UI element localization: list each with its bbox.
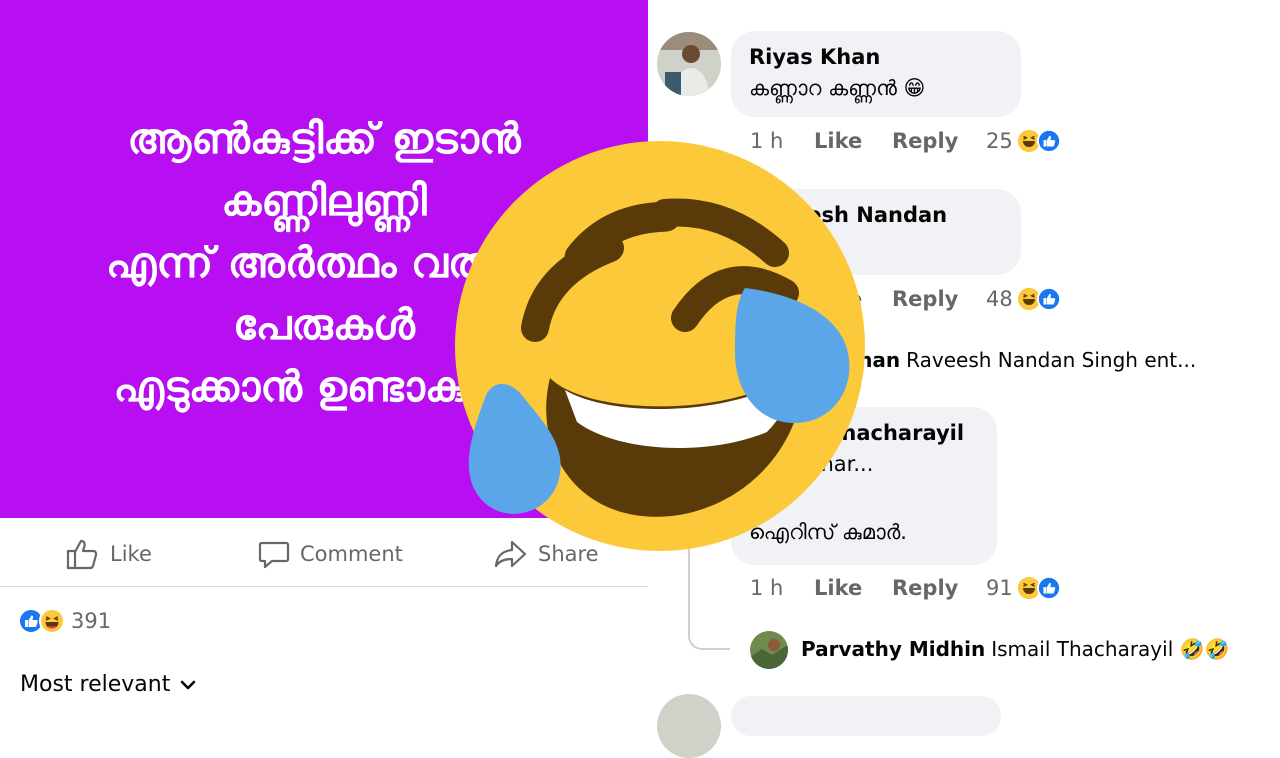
tears-of-joy-emoji-icon [455, 141, 865, 551]
like-reaction-icon [1036, 576, 1061, 600]
comment-reaction-count[interactable]: 48 [986, 287, 1013, 311]
haha-reaction-icon [39, 608, 65, 634]
like-label: Like [110, 542, 152, 566]
user-photo-icon [750, 631, 788, 669]
comment-bubble [731, 696, 1001, 736]
chevron-down-icon [181, 680, 196, 689]
reply-text: Ismail Thacharayil 🤣🤣 [991, 637, 1230, 661]
avatar[interactable] [657, 694, 721, 758]
like-reaction-icon [1036, 129, 1061, 153]
comment-time[interactable]: 1 h [750, 576, 814, 600]
comment-like-button[interactable]: Like [814, 576, 892, 600]
thumbs-up-icon [66, 539, 98, 570]
avatar[interactable] [657, 32, 721, 96]
comment-sort-dropdown[interactable]: Most relevant [20, 672, 196, 697]
avatar[interactable] [750, 631, 788, 669]
comment-author[interactable]: Riyas Khan [749, 43, 1003, 71]
comment-label: Comment [300, 542, 403, 566]
reply-text: Raveesh Nandan Singh ent... [906, 348, 1197, 372]
comment-reply-button[interactable]: Reply [892, 576, 986, 600]
sort-label: Most relevant [20, 672, 171, 697]
comment-text: കണ്ണാറ കണ്ണൻ 😁 [749, 76, 926, 100]
like-button[interactable]: Like [66, 538, 152, 570]
reply-author[interactable]: Parvathy Midhin [801, 637, 985, 661]
comment-reaction-count[interactable]: 91 [986, 576, 1013, 600]
comment-reply-button[interactable]: Reply [892, 287, 986, 311]
comment-reaction-icons [1017, 287, 1061, 311]
comment-meta: 1 h Like Reply 91 [750, 576, 1061, 600]
reply-preview[interactable]: Parvathy Midhin Ismail Thacharayil 🤣🤣 [801, 637, 1229, 661]
like-reaction-icon [1036, 287, 1061, 311]
reaction-count: 391 [71, 609, 112, 633]
comment-bubble: Riyas Khan കണ്ണാറ കണ്ണൻ 😁 [731, 31, 1021, 117]
user-photo-icon [657, 32, 721, 96]
comment-reaction-icons [1017, 576, 1061, 600]
comment-button[interactable]: Comment [258, 538, 403, 570]
post-reactions-summary[interactable]: 391 [18, 608, 111, 634]
comment-reaction-count[interactable]: 25 [986, 129, 1013, 153]
comment-reaction-icons [1017, 129, 1061, 153]
comment-bubble-icon [258, 541, 290, 569]
comment-reply-button[interactable]: Reply [892, 129, 986, 153]
